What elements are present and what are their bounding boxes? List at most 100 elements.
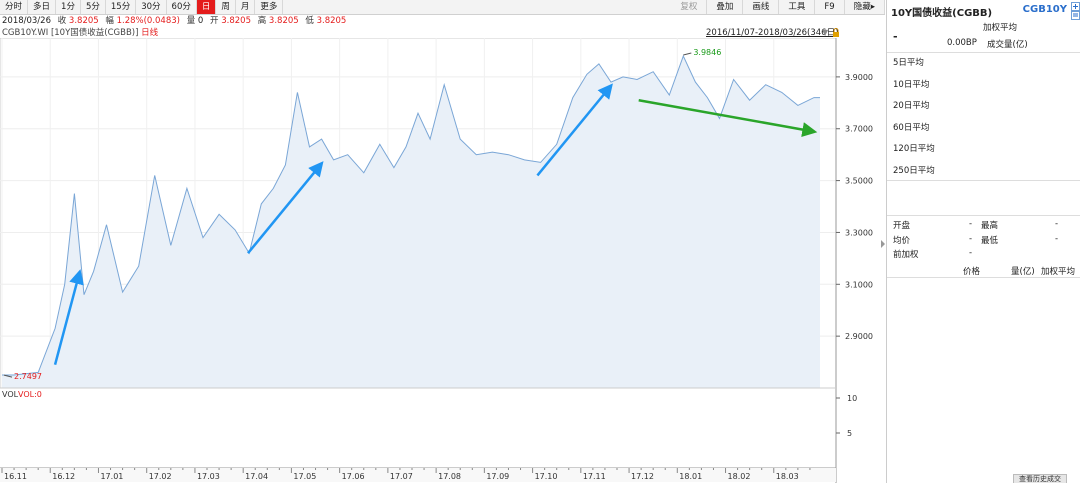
period-toolbar: 分时 多日 1分 5分 15分 30分 60分日周月更多 复权 叠加 画线 工具 F9 隐藏▸ — [0, 0, 885, 15]
close-value: 3.8205 — [68, 16, 99, 26]
x-tick-label: 17.05 — [293, 472, 316, 481]
tool-button-4[interactable]: F9 — [815, 0, 845, 14]
y-tick-label: 3.5000 — [845, 177, 873, 186]
volume-label: VOL — [2, 390, 19, 399]
wavg-label: 加权平均 — [983, 23, 1018, 33]
period-tab-10[interactable]: 更多 — [255, 0, 284, 14]
stat-value: - — [1055, 233, 1059, 244]
x-tick-label: 16.12 — [52, 472, 75, 481]
low-value: 3.8205 — [316, 16, 347, 26]
stat-label: 开盘 — [893, 221, 911, 231]
add-watch-icon[interactable] — [1071, 2, 1080, 20]
change-value: 1.28%(0.0483) — [116, 16, 180, 26]
vol-tick-label: 10 — [847, 394, 857, 403]
divider — [887, 52, 1080, 53]
x-tick-label: 17.01 — [100, 472, 123, 481]
divider — [887, 180, 1080, 181]
quote-sidebar: 10Y国债收益(CGBB) CGB10Y 加权平均 - 0.00BP 成交量(亿… — [886, 0, 1080, 483]
date-x-axis: 16.11 16.12 17.01 17.02 17.03 17.04 17.05 17.06… — [0, 467, 836, 482]
y-tick-label: 2.9000 — [845, 332, 873, 341]
y-tick-label: 3.9000 — [845, 73, 873, 82]
date-range-link[interactable]: 2016/11/07-2018/03/26(346日) — [706, 28, 838, 38]
y-tick-label: 3.1000 — [845, 280, 873, 289]
quote-bar: 2018/03/26 收 3.8205 幅 1.28%(0.0483) 量 0 … — [0, 15, 887, 27]
stat-value: - — [1055, 219, 1059, 229]
period-tab-5[interactable]: 30分 — [136, 0, 167, 14]
period-tab-3[interactable]: 5分 — [81, 0, 106, 14]
chart-symbol: CGB10Y.WI [10Y国债收益(CGBB)] — [2, 28, 139, 38]
x-axis-band — [0, 468, 836, 482]
open-value: 3.8205 — [221, 16, 251, 26]
stat-label: 最低 — [981, 235, 999, 246]
tool-button-1[interactable]: 叠加 — [707, 0, 744, 14]
sidebar-volume-label: 成交量(亿) — [987, 40, 1028, 50]
header-wavg: 加权平均 — [1041, 267, 1076, 277]
x-tick-label: 17.07 — [390, 472, 413, 481]
stat-value: - — [969, 233, 973, 244]
x-tick-label: 18.01 — [679, 472, 702, 481]
y-tick-label: 3.7000 — [845, 125, 873, 134]
x-tick-label: 16.11 — [4, 472, 27, 481]
tool-button-5[interactable]: 隐藏▸ — [845, 0, 885, 14]
annotation-label: 3.9846 — [693, 48, 721, 57]
open-label: 开 — [210, 16, 219, 26]
x-tick-label: 17.10 — [535, 472, 558, 481]
close-label: 收 — [57, 16, 67, 26]
x-tick-label: 17.02 — [149, 472, 172, 481]
tool-button-3[interactable]: 工具 — [779, 0, 816, 14]
y-tick-label: 3.3000 — [845, 228, 873, 237]
high-value: 3.8205 — [268, 16, 299, 26]
x-tick-label: 18.02 — [728, 472, 751, 481]
price-chart[interactable]: 2.7497 3.9846 3.9000 3.7000 3.5000 3.3000 3.1… — [0, 38, 880, 483]
stat-value: - — [969, 248, 973, 258]
sidebar-price: - — [893, 30, 898, 43]
period-tab-6[interactable]: 60分 — [167, 0, 197, 14]
low-label: 低 — [305, 16, 314, 26]
tool-button-0[interactable]: 复权 — [671, 0, 708, 14]
x-tick-label: 17.08 — [438, 472, 461, 481]
history-trades-button[interactable]: 查看历史成交 — [1013, 474, 1067, 483]
period-tab-0[interactable]: 分时 — [0, 0, 29, 14]
volume-panel: VOL VOL:0 10 5 — [0, 387, 857, 438]
annotation-label: 2.7497 — [14, 372, 42, 381]
average-row: 250日平均 — [893, 165, 935, 176]
average-row: 20日平均 — [893, 101, 930, 111]
high-label: 高 — [257, 16, 267, 26]
stat-label: 前加权 — [893, 250, 919, 260]
header-price: 价格 — [963, 267, 981, 277]
lock-icon[interactable] — [832, 28, 840, 37]
period-tab-8[interactable]: 周 — [216, 0, 236, 14]
stat-value: - — [969, 219, 973, 229]
vol-tick-label: 5 — [847, 429, 852, 438]
chart-period: 日线 — [141, 28, 159, 38]
x-tick-label: 17.04 — [245, 472, 268, 481]
sidebar-code: CGB10Y — [1022, 4, 1067, 15]
volume-value: 0 — [197, 16, 204, 26]
tool-button-2[interactable]: 画线 — [743, 0, 780, 14]
x-tick-label: 17.03 — [197, 472, 220, 481]
period-tab-9[interactable]: 月 — [236, 0, 256, 14]
period-tab-4[interactable]: 15分 — [106, 0, 137, 14]
sidebar-title: 10Y国债收益(CGBB) — [891, 8, 993, 19]
volume-value: VOL:0 — [18, 390, 42, 399]
range-dropdown-icon[interactable]: ▼ — [822, 28, 828, 38]
period-tab-2[interactable]: 1分 — [56, 0, 81, 14]
change-label: 幅 — [105, 16, 114, 26]
volume-label: 量 — [186, 16, 196, 26]
stat-label: 均价 — [893, 235, 911, 246]
x-tick-label: 17.09 — [486, 472, 509, 481]
period-tab-7[interactable]: 日 — [196, 0, 217, 14]
chart-title: CGB10Y.WI [10Y国债收益(CGBB)] 日线 — [2, 28, 158, 38]
header-volume: 量(亿) — [1011, 267, 1035, 277]
x-tick-label: 17.06 — [342, 472, 365, 481]
x-tick-label: 17.11 — [583, 472, 606, 481]
x-tick-label: 18.03 — [776, 472, 799, 481]
sidebar-bp: 0.00BP — [947, 38, 977, 48]
divider — [887, 215, 1080, 216]
average-row: 10日平均 — [893, 79, 930, 90]
average-row: 60日平均 — [893, 122, 930, 133]
x-tick-label: 17.12 — [631, 472, 654, 481]
period-tab-1[interactable]: 多日 — [28, 0, 57, 14]
divider — [887, 277, 1080, 278]
average-row: 5日平均 — [893, 58, 924, 68]
